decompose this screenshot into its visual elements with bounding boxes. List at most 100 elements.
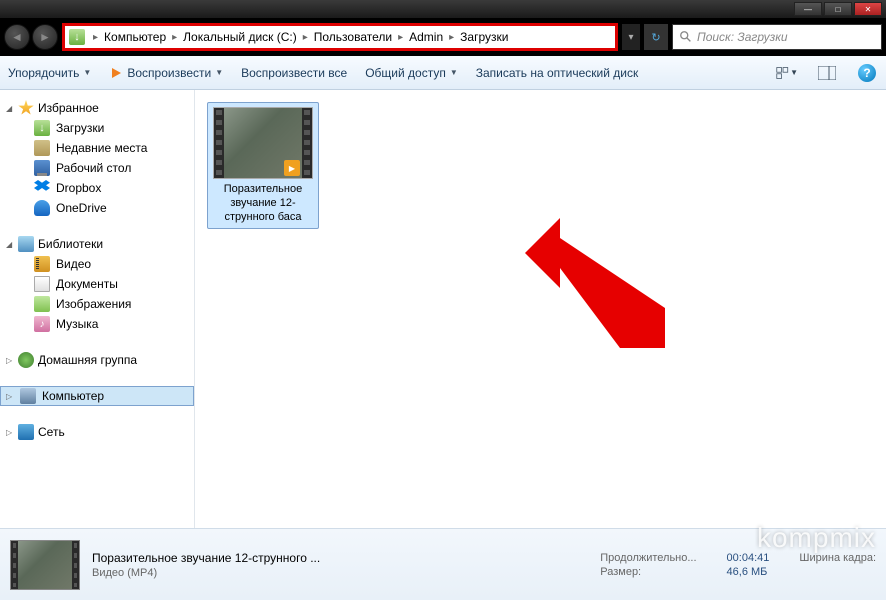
address-dropdown[interactable]: ▾ [622, 24, 640, 50]
nav-item-label: Документы [56, 277, 118, 291]
preview-pane-button[interactable] [816, 62, 838, 84]
nav-item-label: Рабочий стол [56, 161, 131, 175]
file-item-video[interactable]: ▶ Поразительное звучание 12-струнного ба… [207, 102, 319, 229]
video-icon [34, 256, 50, 272]
libraries-section: ◢ Библиотеки Видео Документы Изображения Му… [0, 234, 194, 334]
address-bar[interactable]: ▸ Компьютер ▸ Локальный диск (C:) ▸ Поль… [62, 23, 618, 51]
chevron-down-icon: ▼ [450, 68, 458, 77]
sidebar-favorite-2[interactable]: Рабочий стол [0, 158, 194, 178]
expand-icon: ◢ [6, 104, 14, 113]
details-filetype: Видео (MP4) [92, 567, 588, 579]
video-thumbnail: ▶ [213, 107, 313, 179]
sidebar-library-2[interactable]: Изображения [0, 294, 194, 314]
nav-item-label: Недавние места [56, 141, 147, 155]
img-icon [34, 296, 50, 312]
duration-value: 00:04:41 [727, 552, 770, 564]
libraries-icon [18, 236, 34, 252]
navigation-sidebar: ◢ Избранное Загрузки Недавние места Рабочи… [0, 90, 195, 528]
annotation-arrow [525, 208, 665, 348]
play-icon [109, 66, 123, 80]
window-titlebar: — □ ✕ [0, 0, 886, 18]
minimize-button[interactable]: — [794, 2, 822, 16]
nav-item-label: Видео [56, 257, 91, 271]
nav-item-label: Dropbox [56, 181, 101, 195]
expand-icon: ▷ [6, 392, 14, 401]
breadcrumb-admin[interactable]: Admin [407, 30, 445, 44]
nav-item-label: OneDrive [56, 201, 107, 215]
chevron-right-icon[interactable]: ▸ [445, 32, 458, 43]
homegroup-header[interactable]: ▷ Домашняя группа [0, 350, 194, 370]
main-area: ◢ Избранное Загрузки Недавние места Рабочи… [0, 90, 886, 528]
view-options-button[interactable]: ▼ [776, 62, 798, 84]
breadcrumb-users[interactable]: Пользователи [312, 30, 394, 44]
maximize-button[interactable]: □ [824, 2, 852, 16]
file-name-label: Поразительное звучание 12-струнного баса [212, 183, 314, 224]
homegroup-section: ▷ Домашняя группа [0, 350, 194, 370]
file-list-area[interactable]: ▶ Поразительное звучание 12-струнного ба… [195, 90, 886, 528]
breadcrumb-downloads[interactable]: Загрузки [458, 30, 510, 44]
play-overlay-icon: ▶ [284, 160, 300, 176]
nav-item-label: Загрузки [56, 121, 104, 135]
chevron-right-icon[interactable]: ▸ [89, 32, 102, 43]
breadcrumb-computer[interactable]: Компьютер [102, 30, 168, 44]
address-row: ◄ ► ▸ Компьютер ▸ Локальный диск (C:) ▸ … [0, 18, 886, 56]
network-section: ▷ Сеть [0, 422, 194, 442]
play-all-button[interactable]: Воспроизвести все [241, 66, 347, 80]
refresh-button[interactable]: ↻ [644, 24, 668, 50]
back-button[interactable]: ◄ [4, 24, 30, 50]
help-button[interactable]: ? [856, 62, 878, 84]
chevron-right-icon[interactable]: ▸ [299, 32, 312, 43]
desktop-icon [34, 160, 50, 176]
chevron-right-icon[interactable]: ▸ [168, 32, 181, 43]
network-header[interactable]: ▷ Сеть [0, 422, 194, 442]
computer-header[interactable]: ▷ Компьютер [0, 386, 194, 406]
forward-button[interactable]: ► [32, 24, 58, 50]
expand-icon: ▷ [6, 428, 14, 437]
sidebar-library-0[interactable]: Видео [0, 254, 194, 274]
details-properties: Продолжительно... Размер: 00:04:41 46,6 … [600, 552, 876, 578]
details-pane: Поразительное звучание 12-струнного ... … [0, 528, 886, 600]
onedrive-icon [34, 200, 50, 216]
sidebar-library-3[interactable]: Музыка [0, 314, 194, 334]
width-label: Ширина кадра: [799, 552, 876, 564]
star-icon [18, 100, 34, 116]
breadcrumb-disk[interactable]: Локальный диск (C:) [181, 30, 299, 44]
details-info: Поразительное звучание 12-струнного ... … [92, 551, 588, 579]
burn-button[interactable]: Записать на оптический диск [476, 66, 639, 80]
chevron-right-icon[interactable]: ▸ [394, 32, 407, 43]
down-icon [34, 120, 50, 136]
nav-buttons: ◄ ► [4, 24, 58, 50]
search-input[interactable]: Поиск: Загрузки [672, 24, 882, 50]
toolbar: Упорядочить▼ Воспроизвести▼ Воспроизвест… [0, 56, 886, 90]
computer-section: ▷ Компьютер [0, 386, 194, 406]
expand-icon: ▷ [6, 356, 14, 365]
folder-icon [69, 29, 85, 45]
libraries-header[interactable]: ◢ Библиотеки [0, 234, 194, 254]
size-label: Размер: [600, 566, 696, 578]
nav-item-label: Изображения [56, 297, 131, 311]
recent-icon [34, 140, 50, 156]
nav-item-label: Музыка [56, 317, 98, 331]
favorites-header[interactable]: ◢ Избранное [0, 98, 194, 118]
favorites-section: ◢ Избранное Загрузки Недавние места Рабочи… [0, 98, 194, 218]
doc-icon [34, 276, 50, 292]
expand-icon: ◢ [6, 240, 14, 249]
sidebar-favorite-1[interactable]: Недавние места [0, 138, 194, 158]
homegroup-icon [18, 352, 34, 368]
sidebar-favorite-0[interactable]: Загрузки [0, 118, 194, 138]
sidebar-favorite-4[interactable]: OneDrive [0, 198, 194, 218]
close-button[interactable]: ✕ [854, 2, 882, 16]
search-placeholder: Поиск: Загрузки [697, 30, 788, 44]
chevron-down-icon: ▼ [83, 68, 91, 77]
play-button[interactable]: Воспроизвести▼ [109, 66, 223, 80]
details-thumbnail [10, 540, 80, 590]
details-title: Поразительное звучание 12-струнного ... [92, 551, 588, 565]
search-icon [679, 30, 693, 44]
share-menu[interactable]: Общий доступ▼ [365, 66, 458, 80]
dropbox-icon [34, 180, 50, 196]
organize-menu[interactable]: Упорядочить▼ [8, 66, 91, 80]
sidebar-favorite-3[interactable]: Dropbox [0, 178, 194, 198]
duration-label: Продолжительно... [600, 552, 696, 564]
computer-icon [20, 388, 36, 404]
sidebar-library-1[interactable]: Документы [0, 274, 194, 294]
